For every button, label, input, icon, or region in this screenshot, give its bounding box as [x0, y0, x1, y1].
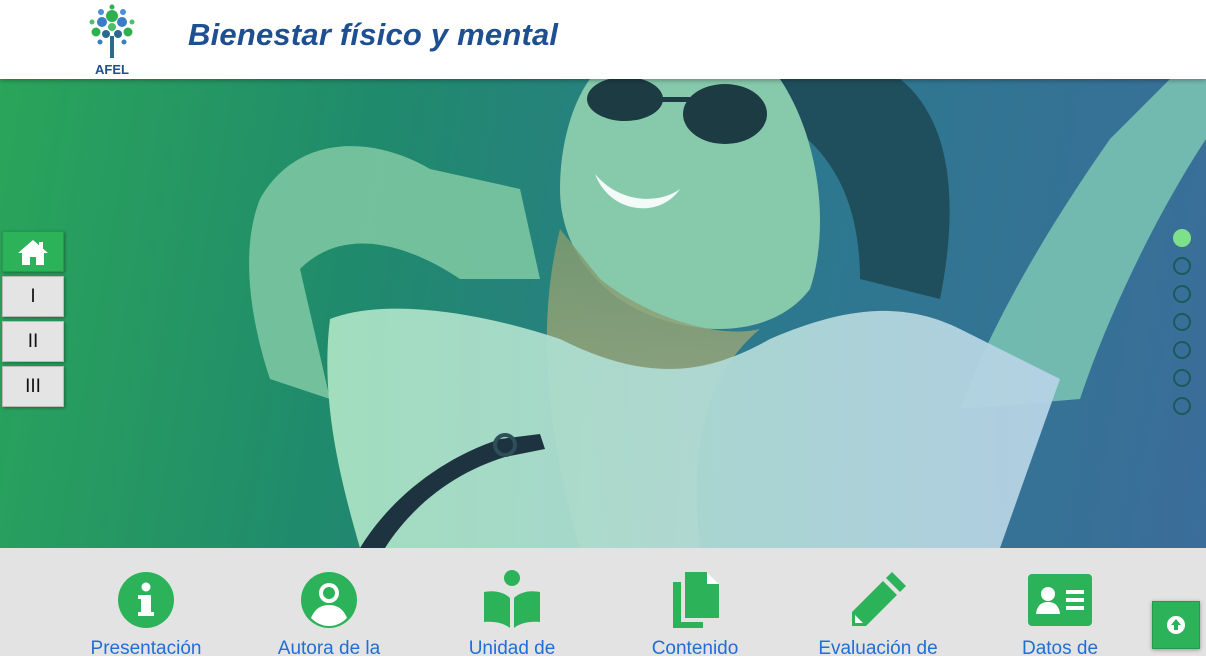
side-nav-item-3[interactable]: III — [2, 366, 64, 407]
tree-logo-icon — [89, 4, 135, 58]
menu-item-label: Evaluación de — [818, 638, 938, 659]
pencil-icon — [852, 572, 906, 626]
arrow-up-circle-icon — [1167, 616, 1185, 634]
slider-dot[interactable] — [1173, 313, 1191, 331]
afel-logo[interactable]: AFEL — [82, 2, 142, 78]
site-header: AFEL Bienestar físico y mental — [0, 0, 1206, 79]
section-menu: Presentación Autora de la Unidad de Cont… — [0, 548, 1206, 659]
book-reader-icon — [484, 570, 540, 628]
hero-banner — [0, 79, 1206, 548]
menu-item-datos[interactable]: Datos de — [975, 568, 1145, 660]
slider-dot[interactable] — [1173, 257, 1191, 275]
menu-item-evaluacion[interactable]: Evaluación de — [793, 568, 963, 660]
documents-icon — [673, 572, 719, 628]
user-circle-icon — [301, 572, 357, 628]
menu-item-presentacion[interactable]: Presentación — [61, 568, 231, 660]
menu-item-label: Contenido — [651, 638, 739, 659]
side-nav-item-2[interactable]: II — [2, 321, 64, 362]
side-nav-item-1[interactable]: I — [2, 276, 64, 317]
page-title: Bienestar físico y mental — [188, 17, 559, 52]
home-button[interactable] — [2, 231, 64, 272]
menu-item-label: Autora de la — [277, 638, 381, 659]
home-icon — [18, 239, 48, 265]
side-nav: I II III — [2, 231, 64, 411]
slider-dot[interactable] — [1173, 229, 1191, 247]
id-card-icon — [1028, 574, 1092, 626]
hero-photo — [249, 79, 1206, 548]
menu-item-autora[interactable]: Autora de la — [244, 568, 414, 660]
slider-dot[interactable] — [1173, 369, 1191, 387]
slider-dot[interactable] — [1173, 341, 1191, 359]
slider-dot[interactable] — [1173, 397, 1191, 415]
slider-dots — [1173, 229, 1193, 425]
menu-item-label: Datos de — [1021, 638, 1099, 659]
menu-item-unidad[interactable]: Unidad de — [427, 568, 597, 660]
logo-text: AFEL — [95, 62, 129, 77]
menu-item-contenido[interactable]: Contenido — [610, 568, 780, 660]
menu-item-label: Unidad de — [468, 638, 556, 659]
info-circle-icon — [118, 572, 174, 628]
scroll-top-button[interactable] — [1152, 601, 1200, 649]
slider-dot[interactable] — [1173, 285, 1191, 303]
menu-item-label: Presentación — [90, 638, 202, 659]
